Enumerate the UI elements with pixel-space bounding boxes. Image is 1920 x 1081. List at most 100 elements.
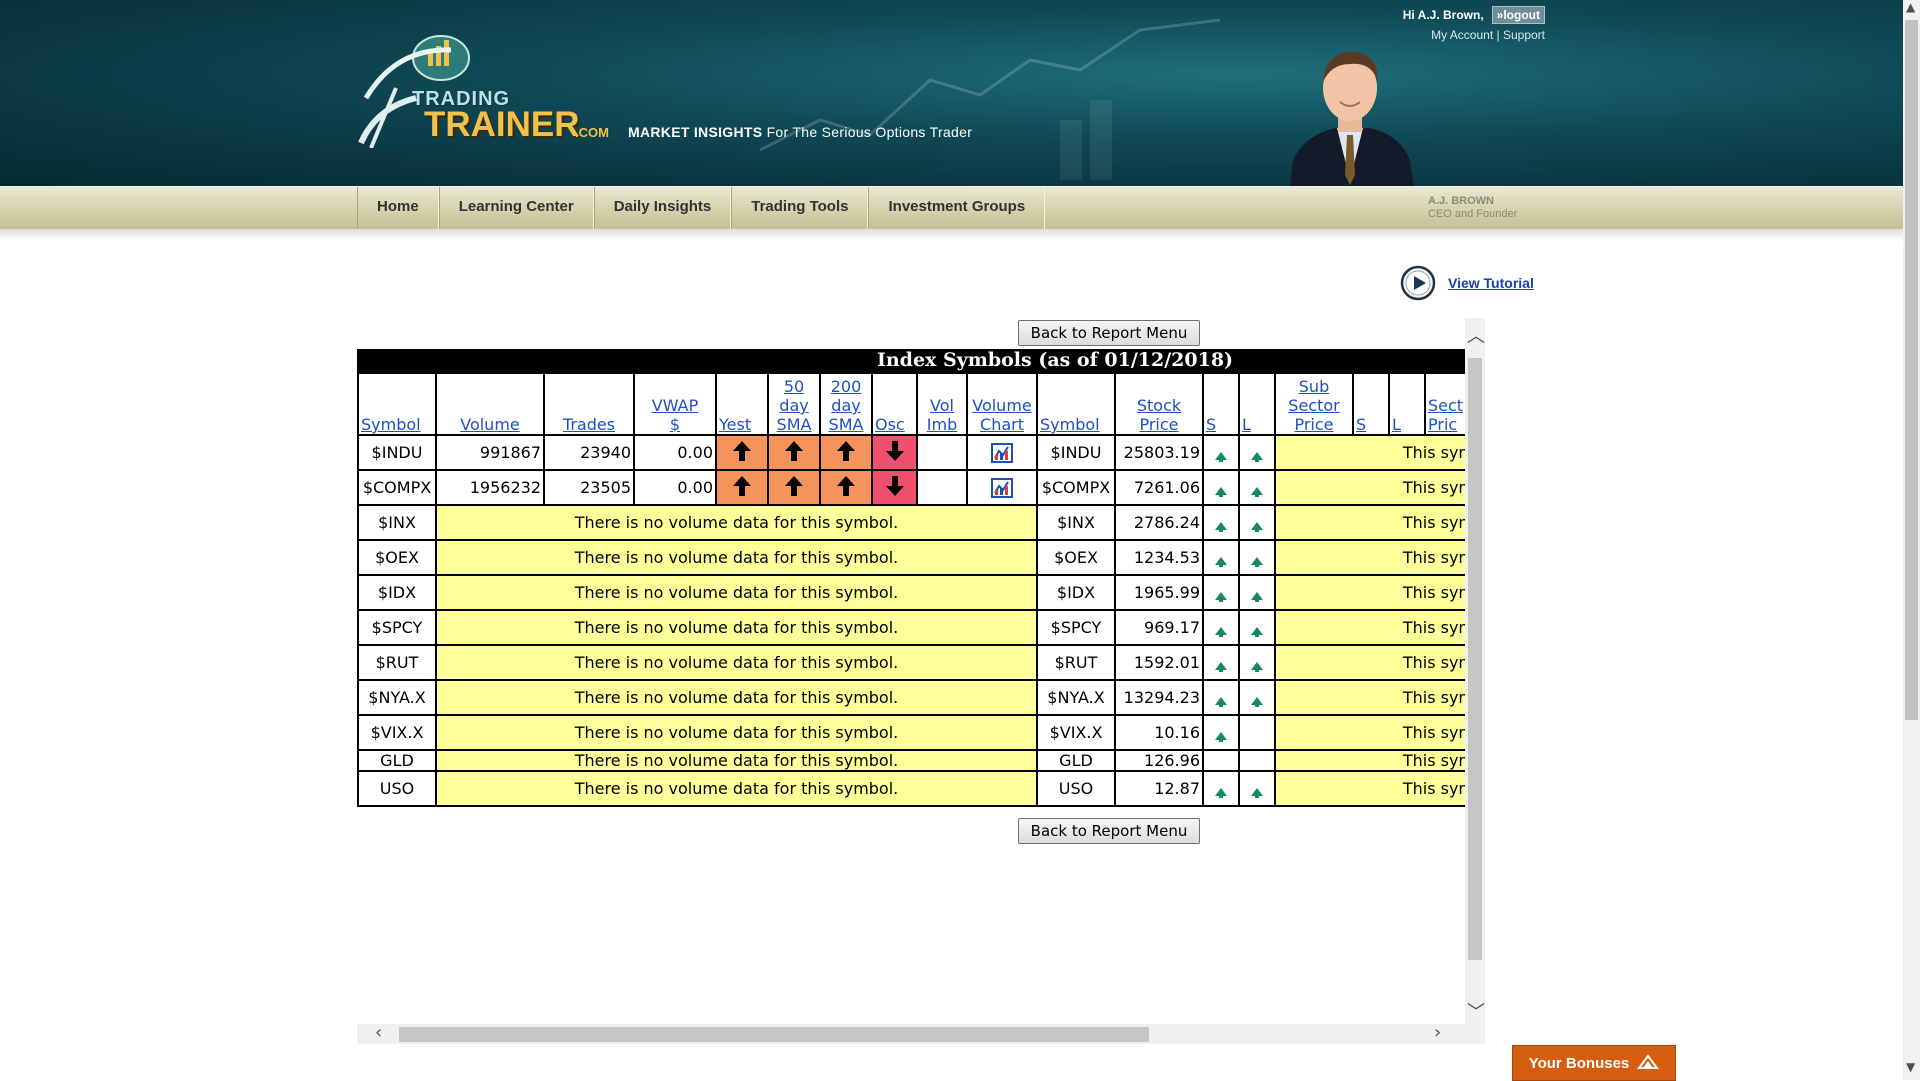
nav-item-home[interactable]: Home	[357, 187, 439, 229]
frame-vertical-scroll-thumb[interactable]	[1468, 358, 1482, 960]
trades-cell: 23940	[543, 434, 635, 471]
symbol-cell: $RUT	[357, 644, 437, 681]
volume-cell: 1956232	[435, 469, 545, 506]
col-l-label[interactable]: L	[1242, 415, 1251, 433]
col-sma50[interactable]: 50 day SMA	[767, 372, 821, 436]
this-symbol-message: This sym	[1274, 714, 1476, 751]
col-s-2-label[interactable]: S	[1356, 415, 1366, 433]
my-account-link[interactable]: My Account	[1431, 28, 1493, 42]
support-link[interactable]: Support	[1503, 28, 1545, 42]
your-bonuses-label[interactable]: Your Bonuses	[1529, 1055, 1630, 1072]
col-stock-price-label-2[interactable]: Price	[1139, 415, 1178, 433]
site-logo[interactable]: TRADING TRAINER .COM	[356, 28, 616, 153]
col-sub-sector-label-2[interactable]: Sector	[1288, 396, 1339, 415]
page-scroll-up-icon[interactable]: ▲	[1906, 0, 1915, 14]
col-symbol[interactable]: Symbol	[357, 372, 437, 436]
stock-price-cell: 25803.19	[1114, 434, 1204, 471]
symbol-2-cell: $OEX	[1036, 539, 1116, 576]
col-sma50-label-3[interactable]: SMA	[777, 415, 812, 433]
nav-item-learning-center[interactable]: Learning Center	[438, 187, 594, 229]
frame-horizontal-scroll-thumb[interactable]	[399, 1027, 1149, 1042]
col-vwap-label-2[interactable]: $	[670, 415, 680, 433]
col-s-2[interactable]: S	[1352, 372, 1390, 436]
nav-item-trading-tools[interactable]: Trading Tools	[731, 187, 869, 229]
col-volume-chart[interactable]: Volume Chart	[966, 372, 1038, 436]
col-sub-sector-label-1[interactable]: Sub	[1299, 377, 1329, 396]
col-volume-chart-label-1[interactable]: Volume	[972, 396, 1032, 415]
col-vol-imb-label-1[interactable]: Vol	[930, 396, 954, 415]
nav-item-daily-insights[interactable]: Daily Insights	[593, 187, 732, 229]
view-tutorial-link[interactable]: View Tutorial	[1448, 275, 1534, 291]
frame-vertical-scrollbar[interactable]: ︿ ﹀	[1465, 318, 1485, 1026]
col-sub-sector-price[interactable]: Sub Sector Price	[1274, 372, 1354, 436]
sma200-up-arrow-icon	[819, 434, 873, 471]
symbol-cell: GLD	[357, 749, 437, 772]
your-bonuses-button[interactable]: Your Bonuses	[1512, 1045, 1676, 1081]
table-row: $COMPX 1956232 23505 0.00 $COMPX 7261.06 This …	[357, 469, 1476, 506]
stock-price-cell: 1592.01	[1114, 644, 1204, 681]
col-sma200-label-1[interactable]: 200	[831, 377, 862, 396]
col-volume-chart-label-2[interactable]: Chart	[980, 415, 1024, 433]
s-up-triangle-icon	[1202, 679, 1240, 716]
col-vwap[interactable]: VWAP $	[633, 372, 717, 436]
col-sma50-label-1[interactable]: 50	[784, 377, 804, 396]
symbol-2-cell: $SPCY	[1036, 609, 1116, 646]
col-sector-label-1[interactable]: Sect	[1428, 396, 1463, 415]
logout-button[interactable]: »logout	[1491, 6, 1545, 24]
col-osc-label[interactable]: Osc	[875, 415, 905, 433]
col-yest[interactable]: Yest	[715, 372, 769, 436]
col-volume[interactable]: Volume	[435, 372, 545, 436]
col-l-2-label[interactable]: L	[1392, 415, 1401, 433]
l-up-triangle-icon	[1238, 749, 1276, 772]
volume-chart-icon[interactable]	[966, 434, 1038, 471]
col-sub-sector-label-3[interactable]: Price	[1294, 415, 1333, 433]
page-scroll-down-icon[interactable]: ▼	[1906, 1060, 1915, 1074]
col-volume-label[interactable]: Volume	[460, 415, 520, 433]
play-icon[interactable]	[1400, 265, 1436, 301]
scroll-right-icon[interactable]: ›	[1434, 1022, 1441, 1043]
col-sma200[interactable]: 200 day SMA	[819, 372, 873, 436]
ceo-caption: A.J. BROWN CEO and Founder	[1428, 195, 1517, 221]
no-volume-message: There is no volume data for this symbol.	[435, 504, 1038, 541]
col-trades[interactable]: Trades	[543, 372, 635, 436]
volume-chart-icon[interactable]	[966, 469, 1038, 506]
col-l-2[interactable]: L	[1388, 372, 1426, 436]
scroll-left-icon[interactable]: ‹	[375, 1022, 382, 1043]
col-stock-price-label-1[interactable]: Stock	[1137, 396, 1181, 415]
tagline-rest: For The Serious Options Trader	[762, 124, 973, 140]
table-row: $INDU 991867 23940 0.00 $INDU 25803.19 This sy…	[357, 434, 1476, 471]
s-up-triangle-icon	[1202, 609, 1240, 646]
table-row: $VIX.X There is no volume data for this s…	[357, 714, 1476, 751]
col-l[interactable]: L	[1238, 372, 1276, 436]
col-stock-price[interactable]: Stock Price	[1114, 372, 1204, 436]
col-symbol-2-label[interactable]: Symbol	[1040, 415, 1100, 433]
stock-price-cell: 2786.24	[1114, 504, 1204, 541]
symbol-cell: $NYA.X	[357, 679, 437, 716]
col-vol-imb[interactable]: Vol Imb	[916, 372, 968, 436]
col-trades-label[interactable]: Trades	[563, 415, 615, 433]
stock-price-cell: 12.87	[1114, 770, 1204, 807]
nav-item-investment-groups[interactable]: Investment Groups	[868, 187, 1046, 229]
col-s[interactable]: S	[1202, 372, 1240, 436]
osc-down-arrow-icon	[871, 434, 918, 471]
col-vol-imb-label-2[interactable]: Imb	[927, 415, 957, 433]
stock-price-cell: 7261.06	[1114, 469, 1204, 506]
back-to-report-menu-button-bottom[interactable]: Back to Report Menu	[1018, 818, 1200, 844]
back-to-report-menu-button-top[interactable]: Back to Report Menu	[1018, 320, 1200, 346]
scroll-down-icon[interactable]: ﹀	[1467, 998, 1485, 1024]
col-osc[interactable]: Osc	[871, 372, 918, 436]
col-sma200-label-3[interactable]: SMA	[829, 415, 864, 433]
page-scrollbar[interactable]: ▲ ▼	[1903, 0, 1920, 1080]
page-scroll-thumb[interactable]	[1905, 20, 1918, 720]
col-sma50-label-2[interactable]: day	[779, 396, 808, 415]
col-yest-label[interactable]: Yest	[719, 415, 751, 433]
col-vwap-label-1[interactable]: VWAP	[652, 396, 698, 415]
col-sma200-label-2[interactable]: day	[831, 396, 860, 415]
col-sector-label-2[interactable]: Pric	[1428, 415, 1457, 433]
scroll-up-icon[interactable]: ︿	[1467, 322, 1485, 348]
col-symbol-label[interactable]: Symbol	[361, 415, 421, 433]
col-symbol-2[interactable]: Symbol	[1036, 372, 1116, 436]
frame-horizontal-scrollbar[interactable]: ‹ ›	[357, 1022, 1485, 1044]
col-s-label[interactable]: S	[1206, 415, 1216, 433]
user-area: Hi A.J. Brown, »logout My Account | Suppo…	[1390, 6, 1545, 42]
